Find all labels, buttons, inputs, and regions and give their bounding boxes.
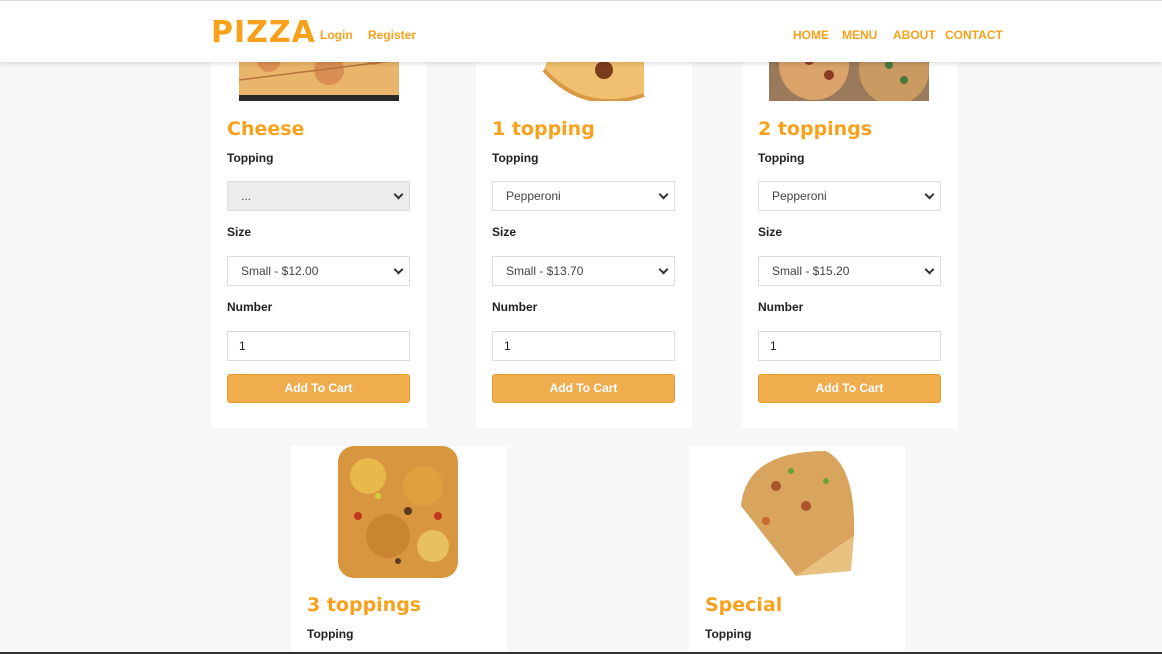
add-to-cart-button[interactable]: Add To Cart — [227, 374, 410, 403]
product-card-2-toppings: 2 toppings Topping Pepperoni Size Small … — [742, 40, 958, 428]
product-title: Cheese — [227, 118, 305, 140]
login-link[interactable]: Login — [320, 28, 353, 42]
topping-select[interactable]: Pepperoni — [758, 181, 941, 211]
product-card-special: Special Topping — [689, 446, 905, 654]
3-toppings-pizza-image — [338, 446, 458, 578]
product-title: Special — [705, 594, 783, 616]
topping-label: Topping — [227, 151, 274, 165]
product-title: 3 toppings — [307, 594, 422, 616]
number-label: Number — [492, 300, 538, 314]
chevron-down-icon — [658, 189, 669, 200]
nav-menu-link[interactable]: MENU — [842, 28, 877, 42]
product-title: 1 topping — [492, 118, 595, 140]
product-title: 2 toppings — [758, 118, 873, 140]
size-select[interactable]: Small - $12.00 — [227, 256, 410, 286]
topping-label: Topping — [492, 151, 539, 165]
chevron-down-icon — [924, 189, 935, 200]
number-label: Number — [758, 300, 804, 314]
special-pizza-image — [736, 446, 856, 578]
nav-about-link[interactable]: ABOUT — [893, 28, 936, 42]
brand-logo[interactable]: PIZZA — [211, 15, 316, 50]
register-link[interactable]: Register — [368, 28, 416, 42]
top-navbar: PIZZA Login Register HOME MENU ABOUT CON… — [0, 0, 1162, 62]
size-label: Size — [227, 225, 252, 239]
add-to-cart-button[interactable]: Add To Cart — [492, 374, 675, 403]
topping-label: Topping — [758, 151, 805, 165]
chevron-down-icon — [393, 264, 404, 275]
add-to-cart-button[interactable]: Add To Cart — [758, 374, 941, 403]
topping-select[interactable]: ... — [227, 181, 410, 211]
product-card-3-toppings: 3 toppings Topping — [291, 446, 507, 654]
chevron-down-icon — [924, 264, 935, 275]
size-label: Size — [492, 225, 517, 239]
topping-label: Topping — [307, 627, 354, 641]
chevron-down-icon — [658, 264, 669, 275]
topping-select-value: Pepperoni — [772, 189, 827, 203]
nav-contact-link[interactable]: CONTACT — [945, 28, 1003, 42]
chevron-down-icon — [393, 189, 404, 200]
number-label: Number — [227, 300, 273, 314]
size-select-value: Small - $13.70 — [506, 264, 584, 278]
size-select[interactable]: Small - $13.70 — [492, 256, 675, 286]
topping-select-value: ... — [241, 189, 252, 203]
topping-select-value: Pepperoni — [506, 189, 561, 203]
number-input[interactable]: 1 — [758, 331, 941, 361]
size-select[interactable]: Small - $15.20 — [758, 256, 941, 286]
nav-home-link[interactable]: HOME — [793, 28, 829, 42]
product-card-1-topping: 1 topping Topping Pepperoni Size Small -… — [476, 40, 692, 428]
topping-select[interactable]: Pepperoni — [492, 181, 675, 211]
number-input[interactable]: 1 — [492, 331, 675, 361]
product-card-cheese: Cheese Topping ... Size Small - $12.00 N… — [211, 40, 427, 428]
topping-label: Topping — [705, 627, 752, 641]
size-label: Size — [758, 225, 783, 239]
size-select-value: Small - $15.20 — [772, 264, 850, 278]
number-input[interactable]: 1 — [227, 331, 410, 361]
size-select-value: Small - $12.00 — [241, 264, 319, 278]
